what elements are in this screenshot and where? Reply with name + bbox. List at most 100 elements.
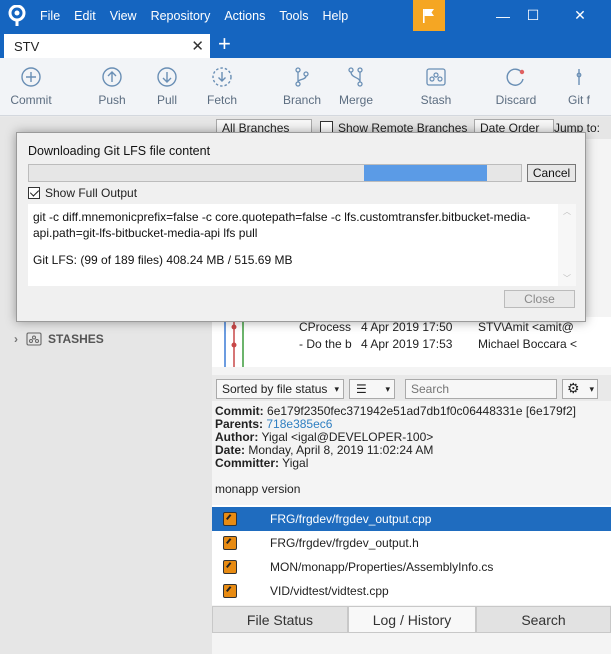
scroll-up-icon: ︿ [563,207,571,216]
merge-button[interactable]: Merge [326,66,386,107]
tab-search[interactable]: Search [476,606,611,633]
toolbar: Commit Push Pull Fetch Branch Merge Stas… [0,58,611,116]
commit-date: 4 Apr 2019 17:53 [361,337,453,351]
show-full-output-checkbox[interactable]: Show Full Output [28,186,137,200]
discard-button[interactable]: Discard [486,66,546,107]
commit-author: Michael Boccara < [478,337,578,351]
list-item[interactable]: MON/monapp/Properties/AssemblyInfo.cs [212,555,611,579]
git-flow-button[interactable]: Git f [556,66,600,107]
output-log: git -c diff.mnemonicprefix=false -c core… [28,204,558,286]
commit-row[interactable]: - Do the b 4 Apr 2019 17:53 Michael Bocc… [212,334,611,354]
modified-file-icon [223,584,237,598]
commit-label: Commit [10,93,52,107]
close-window-button[interactable]: ✕ [560,0,600,31]
menu-actions[interactable]: Actions [224,9,265,23]
fetch-label: Fetch [206,93,237,107]
chevron-right-icon: › [14,332,18,346]
add-tab-button[interactable]: + [218,32,231,56]
file-search-input[interactable] [405,379,557,399]
flag-button[interactable] [413,0,445,31]
commit-icon [21,67,41,87]
chevron-down-icon: ▾ [385,384,390,394]
pull-button[interactable]: Pull [137,66,197,107]
chevron-down-icon: ▾ [589,384,594,394]
commit-hash: 6e179f2350fec371942e51ad7db1f0c06448331e… [267,404,576,418]
discard-label: Discard [495,93,537,107]
tab-file-status[interactable]: File Status [212,606,348,633]
modified-file-icon [223,536,237,550]
title-bar: File Edit View Repository Actions Tools … [0,0,611,31]
menu-repository[interactable]: Repository [151,9,211,23]
file-name: FRG/frgdev/frgdev_output.h [270,536,419,550]
chevron-down-icon: ▾ [334,384,339,394]
committer-value: Yigal [282,456,309,470]
gear-icon: ⚙ [567,380,580,396]
commit-button[interactable]: Commit [1,66,61,107]
branch-button[interactable]: Branch [272,66,332,107]
commit-graph: CProcess 4 Apr 2019 17:50 STV\Amit <amit… [212,317,611,367]
show-full-output-label: Show Full Output [45,186,138,200]
sort-label: Sorted by file status [222,382,328,396]
file-name: VID/vidtest/vidtest.cpp [270,584,389,598]
menu-tools[interactable]: Tools [279,9,308,23]
pull-label: Pull [156,93,177,107]
sidebar-item-stashes[interactable]: › STASHES [14,332,104,346]
push-label: Push [98,93,126,107]
close-button[interactable]: Close [504,290,575,308]
output-command: git -c diff.mnemonicprefix=false -c core… [33,210,531,240]
maximize-button[interactable]: ☐ [513,0,553,31]
bottom-tabs: File Status Log / History Search [212,606,611,633]
branch-label: Branch [282,93,322,107]
stash-icon [426,68,446,86]
flag-icon [423,8,434,23]
file-name: MON/monapp/Properties/AssemblyInfo.cs [270,560,494,574]
view-mode-dropdown[interactable]: ☰ ▾ [349,379,395,399]
sourcetree-logo-icon [8,5,26,26]
checkbox-checked-icon [28,187,40,199]
lfs-download-dialog: Downloading Git LFS file content Cancel … [16,132,586,322]
list-item[interactable]: VID/vidtest/vidtest.cpp [212,579,611,603]
changed-files-list: FRG/frgdev/frgdev_output.cpp FRG/frgdev/… [212,505,611,605]
output-scrollbar[interactable]: ︿ ﹀ [558,204,576,286]
tab-log-history[interactable]: Log / History [348,606,476,633]
committer-row: Committer: Yigal [215,456,309,470]
tab-close-icon[interactable]: ✕ [191,37,204,55]
dialog-title: Downloading Git LFS file content [28,144,211,158]
progress-fill [364,165,487,181]
menu-view[interactable]: View [110,9,137,23]
tab-stv[interactable]: STV ✕ [4,34,210,58]
output-status: Git LFS: (99 of 189 files) 408.24 MB / 5… [33,253,293,267]
git-flow-icon [576,69,582,85]
menu-file[interactable]: File [40,9,60,23]
author-value: Yigal <igal@DEVELOPER-100> [261,430,434,444]
stash-icon [26,332,42,346]
date-value: Monday, April 8, 2019 11:02:24 AM [248,443,434,457]
list-icon: ☰ [356,382,367,396]
menu-bar: File Edit View Repository Actions Tools … [40,0,362,31]
stash-button[interactable]: Stash [406,66,466,107]
branch-icon [295,67,309,87]
file-list-toolbar: Sorted by file status ▾ ☰ ▾ ⚙ ▾ [212,375,611,401]
menu-edit[interactable]: Edit [74,9,96,23]
push-icon [102,67,122,87]
commit-details: Commit: 6e179f2350fec371942e51ad7db1f0c0… [215,405,611,470]
settings-dropdown[interactable]: ⚙ ▾ [562,379,598,399]
sidebar-stashes-label: STASHES [48,332,104,346]
push-button[interactable]: Push [82,66,142,107]
discard-icon [506,68,525,86]
list-item[interactable]: FRG/frgdev/frgdev_output.cpp [212,507,611,531]
cancel-button[interactable]: Cancel [527,164,576,182]
merge-label: Merge [338,93,373,107]
tab-label: STV [14,39,40,54]
commit-description: - Do the b [299,337,352,351]
sort-dropdown[interactable]: Sorted by file status ▾ [216,379,344,399]
parent-link[interactable]: 718e385ec6 [266,417,332,431]
list-item[interactable]: FRG/frgdev/frgdev_output.h [212,531,611,555]
menu-help[interactable]: Help [323,9,349,23]
modified-file-icon [223,560,237,574]
tab-strip: STV ✕ + [0,31,611,58]
pull-icon [157,67,177,87]
fetch-icon [212,67,232,87]
fetch-button[interactable]: Fetch [192,66,252,107]
merge-icon [348,67,363,87]
